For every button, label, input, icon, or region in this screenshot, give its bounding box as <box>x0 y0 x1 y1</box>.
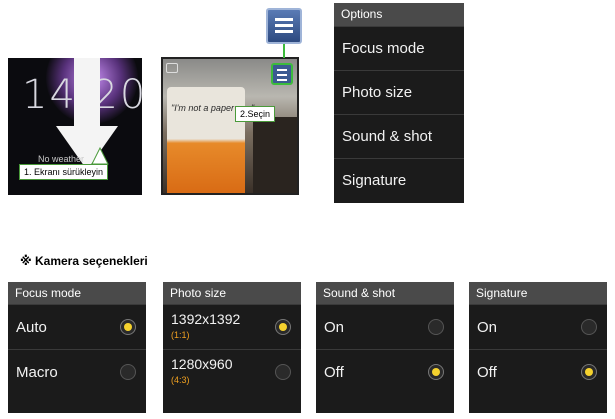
radio-selected-icon[interactable] <box>120 319 136 335</box>
radio-selected-icon[interactable] <box>581 364 597 380</box>
option-focus-mode[interactable]: Focus mode <box>334 26 464 70</box>
signature-header: Signature <box>469 282 607 304</box>
radio-unselected-icon[interactable] <box>275 364 291 380</box>
sound-shot-panel: Sound & shot On Off <box>316 282 454 413</box>
camera-switch-icon[interactable] <box>166 63 178 73</box>
item-label: Off <box>324 363 344 381</box>
item-ratio: (1:1) <box>171 330 190 340</box>
signature-off-item[interactable]: Off <box>469 349 607 394</box>
focus-macro-item[interactable]: Macro <box>8 349 146 394</box>
option-sound-shot[interactable]: Sound & shot <box>334 114 464 158</box>
item-label: On <box>324 318 345 336</box>
item-label: 1280x960 <box>171 356 233 372</box>
menu-icon <box>277 69 287 84</box>
photo-size-item-1[interactable]: 1392x1392 (1:1) <box>163 304 301 349</box>
focus-mode-panel: Focus mode Auto Macro <box>8 282 146 413</box>
sound-shot-header: Sound & shot <box>316 282 454 304</box>
item-label: Off <box>477 363 497 381</box>
radio-unselected-icon[interactable] <box>581 319 597 335</box>
options-menu-icon-enlarged <box>266 8 302 44</box>
camera-viewfinder[interactable]: "I'm not a paper cup" <box>161 57 299 195</box>
item-ratio: (4:3) <box>171 375 190 385</box>
focus-mode-header: Focus mode <box>8 282 146 304</box>
radio-unselected-icon[interactable] <box>428 319 444 335</box>
sound-off-item[interactable]: Off <box>316 349 454 394</box>
options-menu-button[interactable] <box>271 63 293 85</box>
photo-size-header: Photo size <box>163 282 301 304</box>
photo-size-item-2[interactable]: 1280x960 (4:3) <box>163 349 301 394</box>
background-object <box>253 117 297 193</box>
option-signature[interactable]: Signature <box>334 158 464 202</box>
option-photo-size[interactable]: Photo size <box>334 70 464 114</box>
section-title: ※ Kamera seçenekleri <box>20 254 148 268</box>
signature-on-item[interactable]: On <box>469 304 607 349</box>
focus-auto-item[interactable]: Auto <box>8 304 146 349</box>
signature-panel: Signature On Off <box>469 282 607 413</box>
select-callout: 2.Seçin <box>235 106 276 122</box>
weather-text: No weather <box>38 154 85 164</box>
options-header: Options <box>334 3 464 26</box>
radio-selected-icon[interactable] <box>428 364 444 380</box>
item-label: On <box>477 318 498 336</box>
menu-icon <box>275 18 293 36</box>
guide-line <box>283 44 285 58</box>
radio-unselected-icon[interactable] <box>120 364 136 380</box>
item-label: Auto <box>16 318 47 336</box>
radio-selected-icon[interactable] <box>275 319 291 335</box>
item-label: Macro <box>16 363 58 381</box>
photo-size-panel: Photo size 1392x1392 (1:1) 1280x960 (4:3… <box>163 282 301 413</box>
options-panel: Options Focus mode Photo size Sound & sh… <box>334 3 464 203</box>
callout-pointer <box>91 146 109 165</box>
item-label: 1392x1392 <box>171 311 241 327</box>
sound-on-item[interactable]: On <box>316 304 454 349</box>
drag-callout: 1. Ekranı sürükleyin <box>19 164 109 180</box>
